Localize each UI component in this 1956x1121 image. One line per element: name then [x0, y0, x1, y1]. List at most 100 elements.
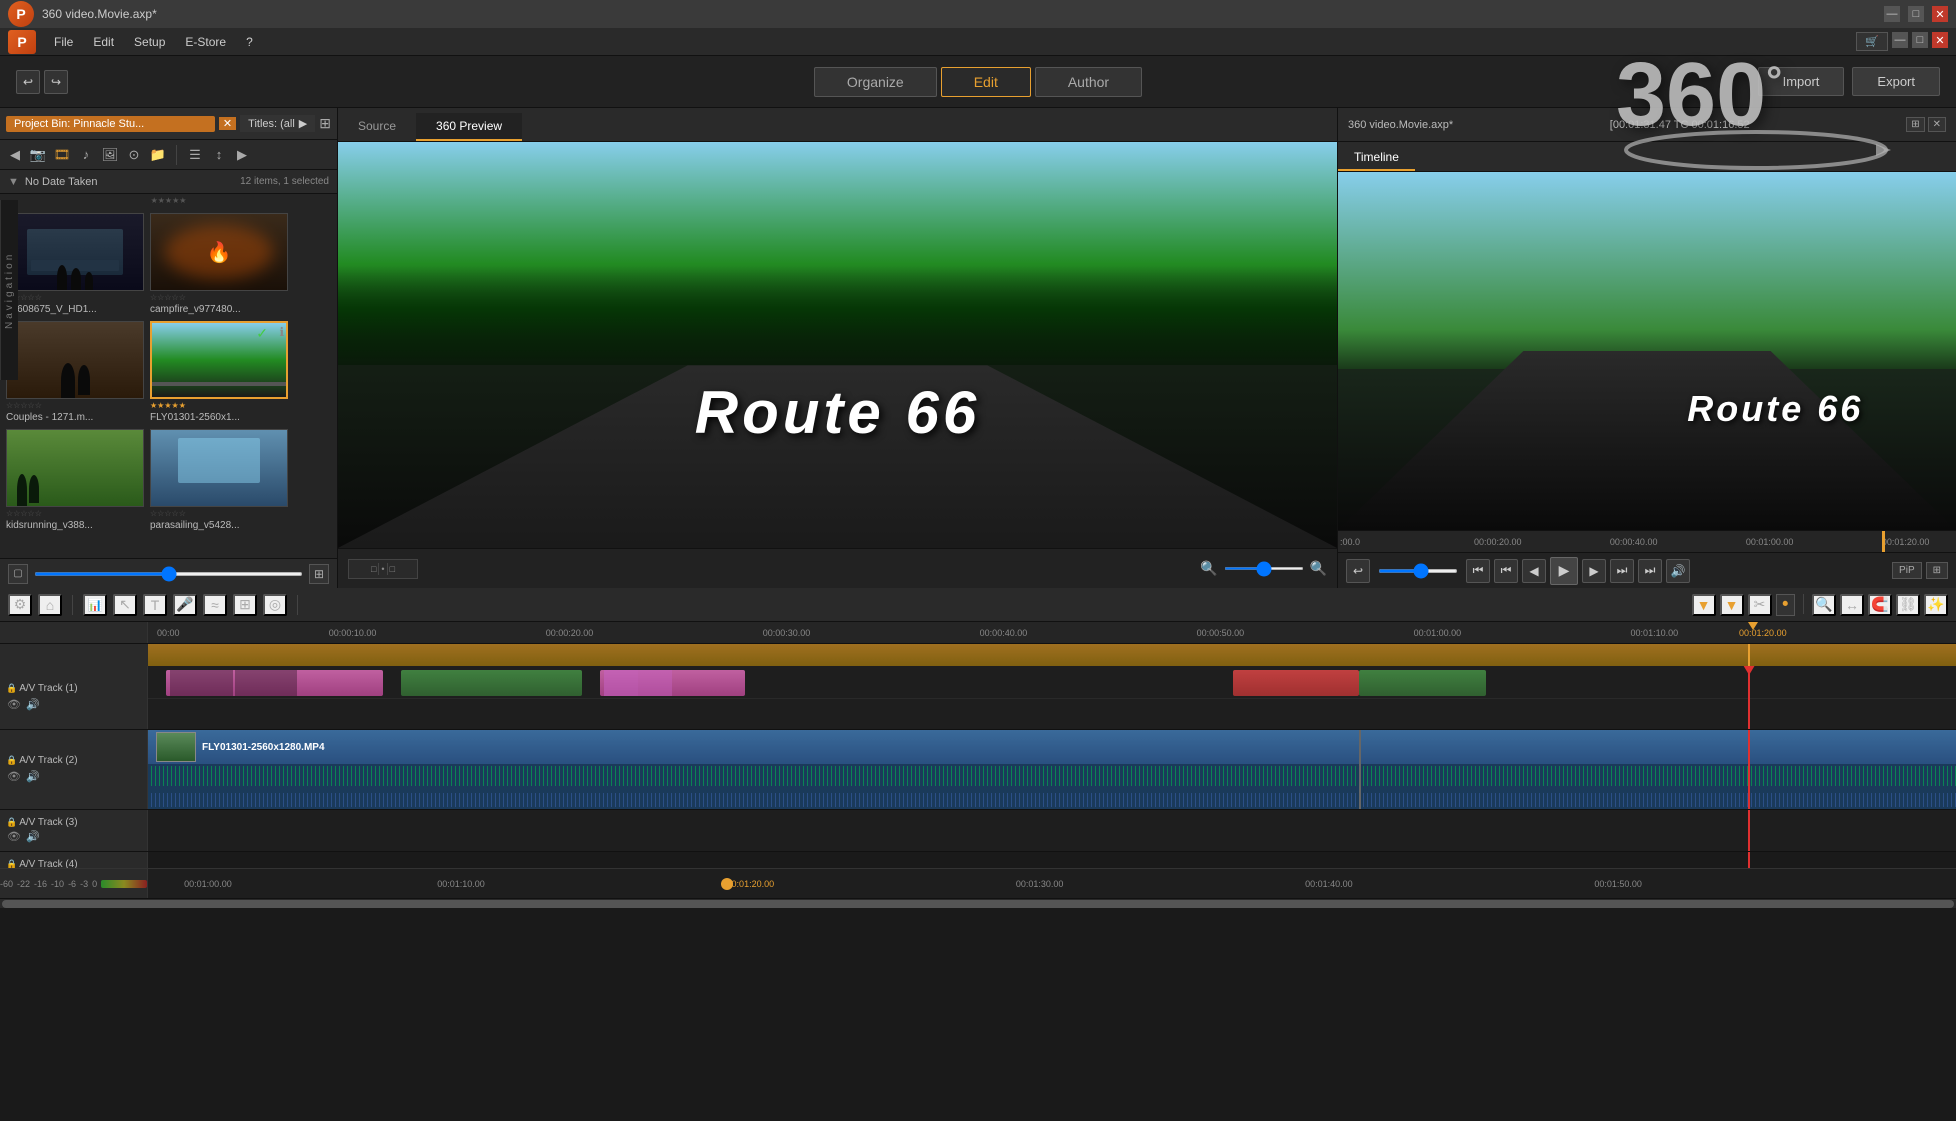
import-button[interactable]: Import — [1758, 67, 1845, 96]
rt-skip-start[interactable]: ⏮ — [1466, 559, 1490, 583]
photo-icon[interactable]: 🖼 — [100, 145, 120, 165]
track-spk-2[interactable]: 🔊 — [25, 768, 41, 784]
maximize-button[interactable]: □ — [1908, 6, 1924, 22]
author-button[interactable]: Author — [1035, 67, 1142, 97]
rt-skip-end[interactable]: ⏭ — [1638, 559, 1662, 583]
undo-button[interactable]: ↩ — [16, 70, 40, 94]
zoom-slider[interactable] — [1224, 567, 1304, 570]
tl-marker-in[interactable]: ▼ — [1692, 594, 1716, 616]
project-bin-label[interactable]: Project Bin: Pinnacle Stu... — [6, 116, 215, 132]
track-content-2[interactable]: FLY01301-2560x1280.MP4 — [148, 730, 1956, 809]
fullscreen-btn[interactable]: ⊞ — [1926, 562, 1948, 579]
timeline-scrollbar[interactable] — [0, 898, 1956, 908]
thumb-size-slider[interactable] — [34, 572, 303, 576]
organize-button[interactable]: Organize — [814, 67, 937, 97]
menu-setup[interactable]: Setup — [124, 33, 175, 51]
tl-trim-btn[interactable]: ≈ — [203, 594, 227, 616]
rt-scrub-slider[interactable] — [1378, 569, 1458, 573]
edit-button[interactable]: Edit — [941, 67, 1031, 97]
prev-btn[interactable]: ◀ — [6, 145, 24, 165]
clip-1d[interactable] — [1233, 670, 1360, 696]
tl-circle-btn[interactable]: ◎ — [263, 594, 287, 616]
cart-button[interactable]: 🛒 — [1856, 32, 1888, 51]
scrollbar-thumb[interactable] — [2, 900, 1954, 908]
redo-button[interactable]: ↪ — [44, 70, 68, 94]
grid-view-btn[interactable]: ⊞ — [309, 564, 329, 584]
disc-icon[interactable]: ⊙ — [124, 145, 144, 165]
close-right-btn[interactable]: ✕ — [1928, 117, 1946, 132]
tl-select-btn[interactable]: ↖ — [113, 594, 137, 616]
source-tab[interactable]: Source — [338, 113, 416, 141]
camera-icon[interactable]: 📷 — [28, 145, 48, 165]
tl-effect-btn[interactable]: ✨ — [1924, 594, 1948, 616]
menu-edit[interactable]: Edit — [83, 33, 124, 51]
media-thumb-6[interactable] — [150, 429, 288, 507]
music-icon[interactable]: ♪ — [76, 145, 96, 165]
tl-mic-btn[interactable]: 🎤 — [173, 594, 197, 616]
clip-1e[interactable] — [1359, 670, 1486, 696]
media-item-4[interactable]: ✓ ℹ ★★★★★ FLY01301-2560x1... — [150, 321, 288, 423]
max-btn[interactable]: □ — [1912, 32, 1928, 48]
media-thumb-3[interactable] — [6, 321, 144, 399]
media-item-3[interactable]: ☆☆☆☆☆ Couples - 1271.m... — [6, 321, 144, 423]
titles-bar[interactable]: Titles: (all ▶ — [240, 115, 315, 132]
menu-file[interactable]: File — [44, 33, 83, 51]
tl-magnet-btn[interactable]: 🧲 — [1868, 594, 1892, 616]
project-bin-close[interactable]: ✕ — [219, 117, 236, 130]
next-btn[interactable]: ▶ — [233, 145, 251, 165]
media-thumb-5[interactable] — [6, 429, 144, 507]
tl-text-btn[interactable]: T — [143, 594, 167, 616]
menu-help[interactable]: ? — [236, 33, 263, 51]
preview-size-ctrl[interactable]: □ • □ — [348, 559, 418, 579]
media-thumb-4[interactable]: ✓ ℹ — [150, 321, 288, 399]
folder-icon[interactable]: 📁 — [148, 145, 168, 165]
tl-razor-btn[interactable]: ✂ — [1748, 594, 1772, 616]
thumb-size-btn[interactable]: ▢ — [8, 564, 28, 584]
track-spk-3[interactable]: 🔊 — [25, 828, 41, 844]
rt-play-button[interactable]: ▶ — [1550, 557, 1578, 585]
expand-right-btn[interactable]: ⊞ — [1906, 117, 1924, 132]
rt-next-frame[interactable]: ⏭ — [1610, 559, 1634, 583]
rt-prev-frame[interactable]: ⏮ — [1494, 559, 1518, 583]
film-icon[interactable]: 🎞 — [52, 145, 72, 165]
big-clip-header[interactable]: FLY01301-2560x1280.MP4 — [148, 730, 1956, 764]
rt-mute-btn[interactable]: 🔊 — [1666, 559, 1690, 583]
tl-record-btn[interactable]: ⏺ — [1776, 594, 1796, 616]
media-item-2[interactable]: 🔥 ☆☆☆☆☆ campfire_v977480... — [150, 213, 288, 315]
track-content-3[interactable] — [148, 810, 1956, 851]
zoom-in-icon[interactable]: 🔍 — [1310, 560, 1327, 577]
track-spk-1[interactable]: 🔊 — [25, 696, 41, 712]
min-btn[interactable]: — — [1892, 32, 1908, 48]
close-button[interactable]: ✕ — [1932, 6, 1948, 22]
360-preview-tab[interactable]: 360 Preview — [416, 113, 522, 141]
tl-link-btn[interactable]: ⛓ — [1896, 594, 1920, 616]
rt-step-fwd[interactable]: ▶ — [1582, 559, 1606, 583]
zoom-out-icon[interactable]: 🔍 — [1200, 560, 1217, 577]
tl-bar-chart-btn[interactable]: 📊 — [83, 594, 107, 616]
track-eye-1[interactable]: 👁 — [6, 696, 22, 712]
track-content-4[interactable] — [148, 852, 1956, 868]
tl-trim2-btn[interactable]: ↔ — [1840, 594, 1864, 616]
menu-estore[interactable]: E-Store — [175, 33, 236, 51]
media-thumb-2[interactable]: 🔥 — [150, 213, 288, 291]
tl-marker-out[interactable]: ▼ — [1720, 594, 1744, 616]
tl-grid-btn[interactable]: ⊞ — [233, 594, 257, 616]
track-content-1[interactable] — [148, 666, 1956, 729]
minimize-button[interactable]: — — [1884, 6, 1900, 22]
media-item-6[interactable]: ☆☆☆☆☆ parasailing_v5428... — [150, 429, 288, 531]
media-item[interactable]: ☆☆☆☆☆ 91608675_V_HD1... — [6, 213, 144, 315]
x-btn[interactable]: ✕ — [1932, 32, 1948, 48]
clip-1c[interactable] — [600, 670, 745, 696]
rt-step-back[interactable]: ◀ — [1522, 559, 1546, 583]
tl-zoom-out-btn[interactable]: 🔍 — [1812, 594, 1836, 616]
group-arrow[interactable]: ▼ — [8, 176, 19, 188]
track-eye-2[interactable]: 👁 — [6, 768, 22, 784]
clip-1b[interactable] — [401, 670, 582, 696]
tl-settings-btn[interactable]: ⚙ — [8, 594, 32, 616]
track-eye-3[interactable]: 👁 — [6, 828, 22, 844]
pip-button[interactable]: PiP — [1892, 562, 1922, 579]
tl-snap-btn[interactable]: ⌂ — [38, 594, 62, 616]
timeline-tab[interactable]: Timeline — [1338, 145, 1415, 171]
clip-1a[interactable] — [166, 670, 383, 696]
media-thumb-1[interactable] — [6, 213, 144, 291]
